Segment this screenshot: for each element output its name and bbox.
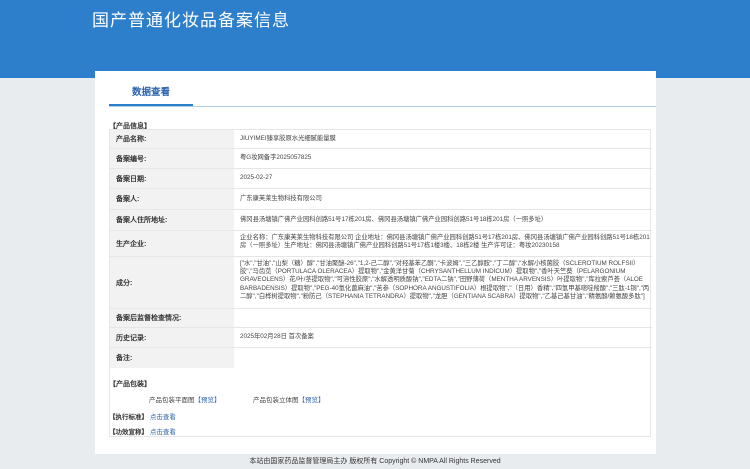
row-label: 备案人住所地址: (110, 210, 234, 230)
table-row: 成分: ["水","甘油","山梨（糖）醇","甘油聚醚-26","1,2-己二… (110, 257, 652, 309)
row-label: 备注: (110, 348, 234, 368)
row-label: 备案人: (110, 189, 234, 209)
table-row: 历史记录: 2025年02月28日 首次备案 (110, 328, 652, 348)
row-label: 生产企业: (110, 231, 234, 256)
packaging-solid-preview-link[interactable]: 【预览】 (299, 397, 325, 404)
efficacy-view-link[interactable]: 点击查看 (150, 429, 176, 436)
row-label: 备案编号: (110, 149, 234, 168)
table-row: 备案日期: 2025-02-27 (110, 169, 652, 189)
page-footer: 本站由国家药品监督管理局主办 版权所有 Copyright © NMPA All… (0, 454, 750, 469)
row-label: 产品名称: (110, 130, 234, 148)
content-card: 数据查看 【产品信息】 产品名称: JIUYIMEI臻享胶原水光细腻能量膜 备案… (95, 71, 656, 454)
row-label: 成分: (110, 257, 234, 308)
table-row: 备案后监督检查情况: (110, 309, 652, 328)
table-row: 备案编号: 粤G妆网备字2025057825 (110, 149, 652, 169)
packaging-solid-label: 产品包装立体图 (253, 397, 299, 404)
packaging-flat-label: 产品包装平面图 (149, 397, 195, 404)
info-table: 产品名称: JIUYIMEI臻享胶原水光细腻能量膜 备案编号: 粤G妆网备字20… (109, 129, 652, 437)
standard-row: 【执行标准】 点击查看 (109, 411, 176, 421)
row-label: 备案后监督检查情况: (110, 309, 234, 327)
tab-bar: 数据查看 (95, 71, 656, 111)
row-value: 广东康芙莱生物科技有限公司 (240, 194, 322, 202)
packaging-solid: 产品包装立体图【预览】 (253, 394, 325, 404)
section-title-efficacy: 【功效宣称】 (109, 429, 148, 436)
table-row: 备案人: 广东康芙莱生物科技有限公司 (110, 189, 652, 210)
section-title-standard: 【执行标准】 (109, 414, 148, 421)
packaging-flat: 产品包装平面图【预览】 (149, 394, 221, 404)
tab-data-view[interactable]: 数据查看 (109, 83, 193, 106)
row-value: JIUYIMEI臻享胶原水光细腻能量膜 (240, 134, 336, 142)
packaging-flat-preview-link[interactable]: 【预览】 (195, 397, 221, 404)
row-value: ["水","甘油","山梨（糖）醇","甘油聚醚-26","1,2-己二醇","… (240, 260, 650, 300)
tab-divider (109, 106, 656, 107)
row-value: 2025-02-27 (240, 174, 273, 182)
page-title: 国产普通化妆品备案信息 (92, 11, 290, 30)
row-value: 佛冈县汤塘镇广佛产业园科创路51号17栋201房、佛冈县汤塘镇广佛产业园科创路5… (240, 215, 548, 223)
row-label: 历史记录: (110, 328, 234, 347)
row-value: 粤G妆网备字2025057825 (240, 154, 312, 162)
table-row: 备注: (110, 348, 652, 368)
row-value: 2025年02月28日 首次备案 (240, 333, 314, 341)
standard-view-link[interactable]: 点击查看 (150, 414, 176, 421)
row-value: 企业名称：广东康芙莱生物科技有限公司 企业地址：佛冈县汤塘镇广佛产业园科创路51… (240, 234, 650, 250)
row-value (240, 309, 650, 327)
table-row: 生产企业: 企业名称：广东康芙莱生物科技有限公司 企业地址：佛冈县汤塘镇广佛产业… (110, 231, 652, 257)
section-title-packaging: 【产品包装】 (109, 381, 151, 388)
row-value (240, 348, 650, 368)
page-header: 国产普通化妆品备案信息 (0, 0, 750, 42)
table-row: 备案人住所地址: 佛冈县汤塘镇广佛产业园科创路51号17栋201房、佛冈县汤塘镇… (110, 210, 652, 231)
table-row: 产品名称: JIUYIMEI臻享胶原水光细腻能量膜 (110, 130, 652, 149)
row-label: 备案日期: (110, 169, 234, 188)
efficacy-row: 【功效宣称】 点击查看 (109, 426, 176, 436)
